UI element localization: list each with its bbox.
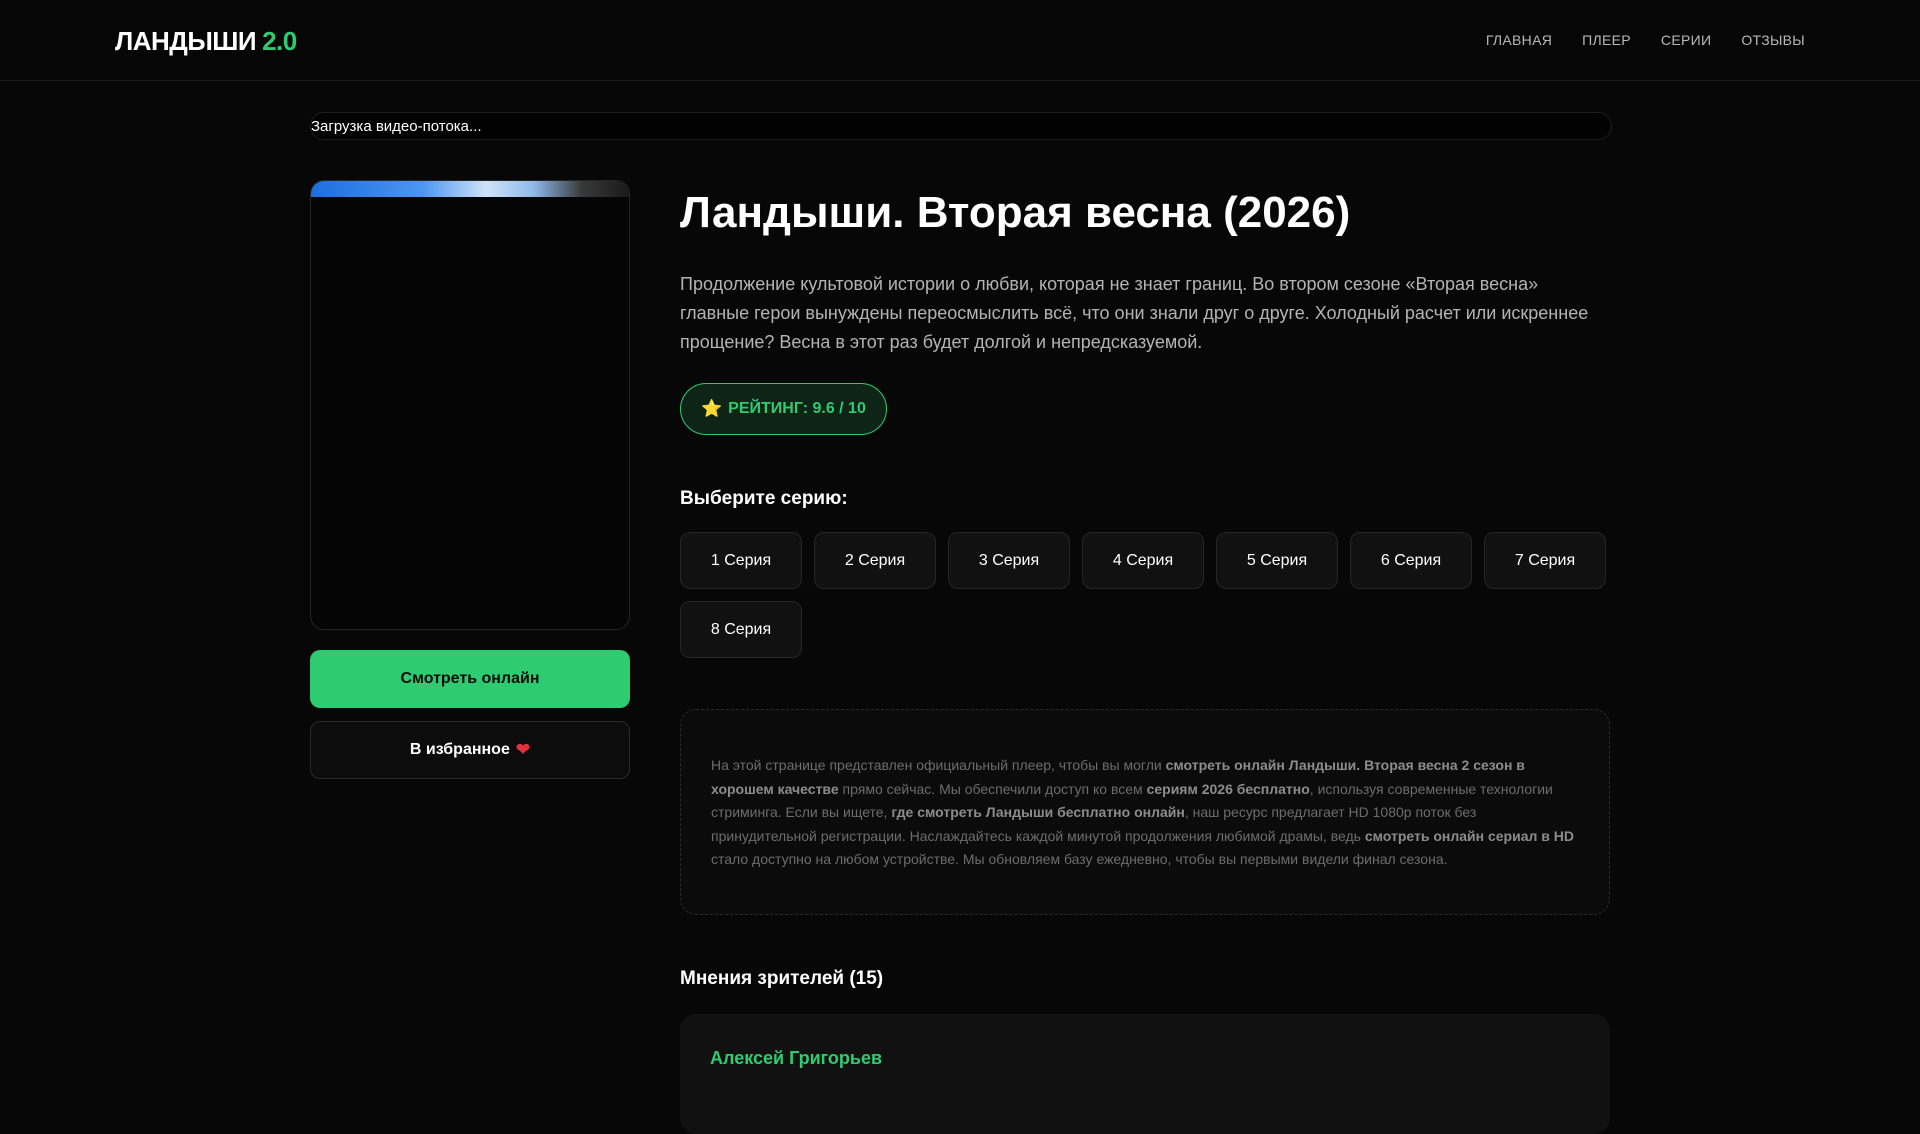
seo-text-keyword: сериям 2026 бесплатно — [1146, 780, 1310, 797]
site-logo[interactable]: ЛАНДЫШИ 2.0 — [115, 26, 297, 57]
rating-label: РЕЙТИНГ: 9.6 / 10 — [728, 400, 866, 417]
show-description: Продолжение культовой истории о любви, к… — [680, 274, 1589, 352]
nav-link-home[interactable]: ГЛАВНАЯ — [1486, 32, 1552, 48]
page-title: Ландыши. Вторая весна (2026) — [680, 188, 1351, 237]
episode-button-5[interactable]: 5 Серия — [1216, 532, 1338, 589]
seo-text-keyword: где смотреть Ландыши бесплатно онлайн — [891, 804, 1185, 820]
episode-button-4[interactable]: 4 Серия — [1082, 532, 1204, 589]
poster-image-top-strip — [311, 181, 629, 197]
seo-paragraph: На этой странице представлен официальный… — [711, 754, 1579, 872]
seo-text-segment: прямо сейчас. Мы обеспечили доступ ко вс… — [838, 780, 1147, 797]
episodes-heading: Выберите серию: — [680, 488, 848, 509]
episode-button-7[interactable]: 7 Серия — [1484, 532, 1606, 589]
seo-text-segment: стало доступно на любом устройстве. Мы о… — [711, 851, 1448, 867]
episode-button-2[interactable]: 2 Серия — [814, 532, 936, 589]
top-navbar: ЛАНДЫШИ 2.0 ГЛАВНАЯ ПЛЕЕР СЕРИИ ОТЗЫВЫ — [0, 0, 1920, 81]
main-nav: ГЛАВНАЯ ПЛЕЕР СЕРИИ ОТЗЫВЫ — [1486, 32, 1805, 48]
watch-online-button[interactable]: Смотреть онлайн — [310, 650, 630, 708]
video-loading-bar: Загрузка видео-потока... — [310, 112, 1612, 140]
seo-text-keyword: смотреть онлайн сериал в HD — [1364, 827, 1574, 844]
episode-list: 1 Серия 2 Серия 3 Серия 4 Серия 5 Серия … — [680, 532, 1610, 658]
nav-link-reviews[interactable]: ОТЗЫВЫ — [1741, 32, 1805, 48]
episode-button-1[interactable]: 1 Серия — [680, 532, 802, 589]
add-to-favorites-button[interactable]: В избранное ❤ — [310, 721, 630, 779]
favorites-label: В избранное — [409, 741, 510, 758]
loading-text: Загрузка видео-потока... — [311, 118, 482, 135]
poster-image — [310, 180, 630, 630]
episode-button-6[interactable]: 6 Серия — [1350, 532, 1472, 589]
seo-text-block: На этой странице представлен официальный… — [680, 709, 1610, 915]
review-card: Алексей Григорьев — [680, 1014, 1610, 1134]
watch-online-label: Смотреть онлайн — [400, 670, 540, 687]
logo-text: ЛАНДЫШИ — [115, 26, 257, 56]
nav-link-player[interactable]: ПЛЕЕР — [1582, 32, 1631, 48]
heart-icon: ❤ — [515, 740, 531, 759]
rating-badge: ⭐ РЕЙТИНГ: 9.6 / 10 — [680, 383, 887, 435]
logo-version: 2.0 — [262, 26, 297, 56]
nav-link-episodes[interactable]: СЕРИИ — [1661, 32, 1711, 48]
episode-button-3[interactable]: 3 Серия — [948, 532, 1070, 589]
star-icon: ⭐ — [701, 399, 723, 418]
reviews-heading: Мнения зрителей (15) — [680, 968, 884, 989]
episode-button-8[interactable]: 8 Серия — [680, 601, 802, 658]
review-author-name: Алексей Григорьев — [710, 1048, 883, 1068]
seo-text-segment: На этой странице представлен официальный… — [711, 757, 1166, 773]
